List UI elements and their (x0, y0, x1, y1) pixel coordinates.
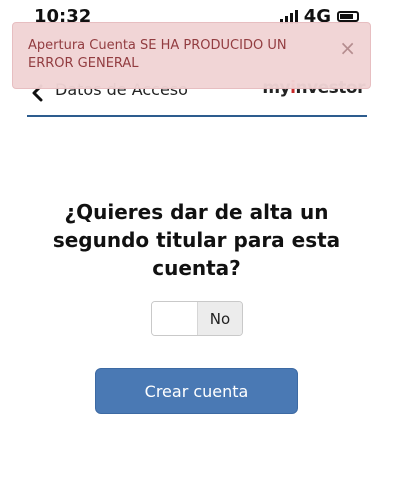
close-icon[interactable]: × (339, 38, 356, 58)
toggle-knob[interactable] (152, 302, 198, 335)
create-account-button[interactable]: Crear cuenta (95, 368, 298, 414)
question-text: ¿Quieres dar de alta un segundo titular … (52, 200, 341, 280)
alert-message: Apertura Cuenta SE HA PRODUCIDO UN ERROR… (28, 38, 287, 71)
error-alert: Apertura Cuenta SE HA PRODUCIDO UN ERROR… (12, 22, 371, 89)
second-holder-toggle[interactable]: No (151, 301, 243, 336)
screen: 10:32 4G Datos de Acceso myinvestor Aper… (0, 0, 393, 500)
battery-icon (337, 11, 359, 22)
toggle-label: No (198, 302, 242, 335)
